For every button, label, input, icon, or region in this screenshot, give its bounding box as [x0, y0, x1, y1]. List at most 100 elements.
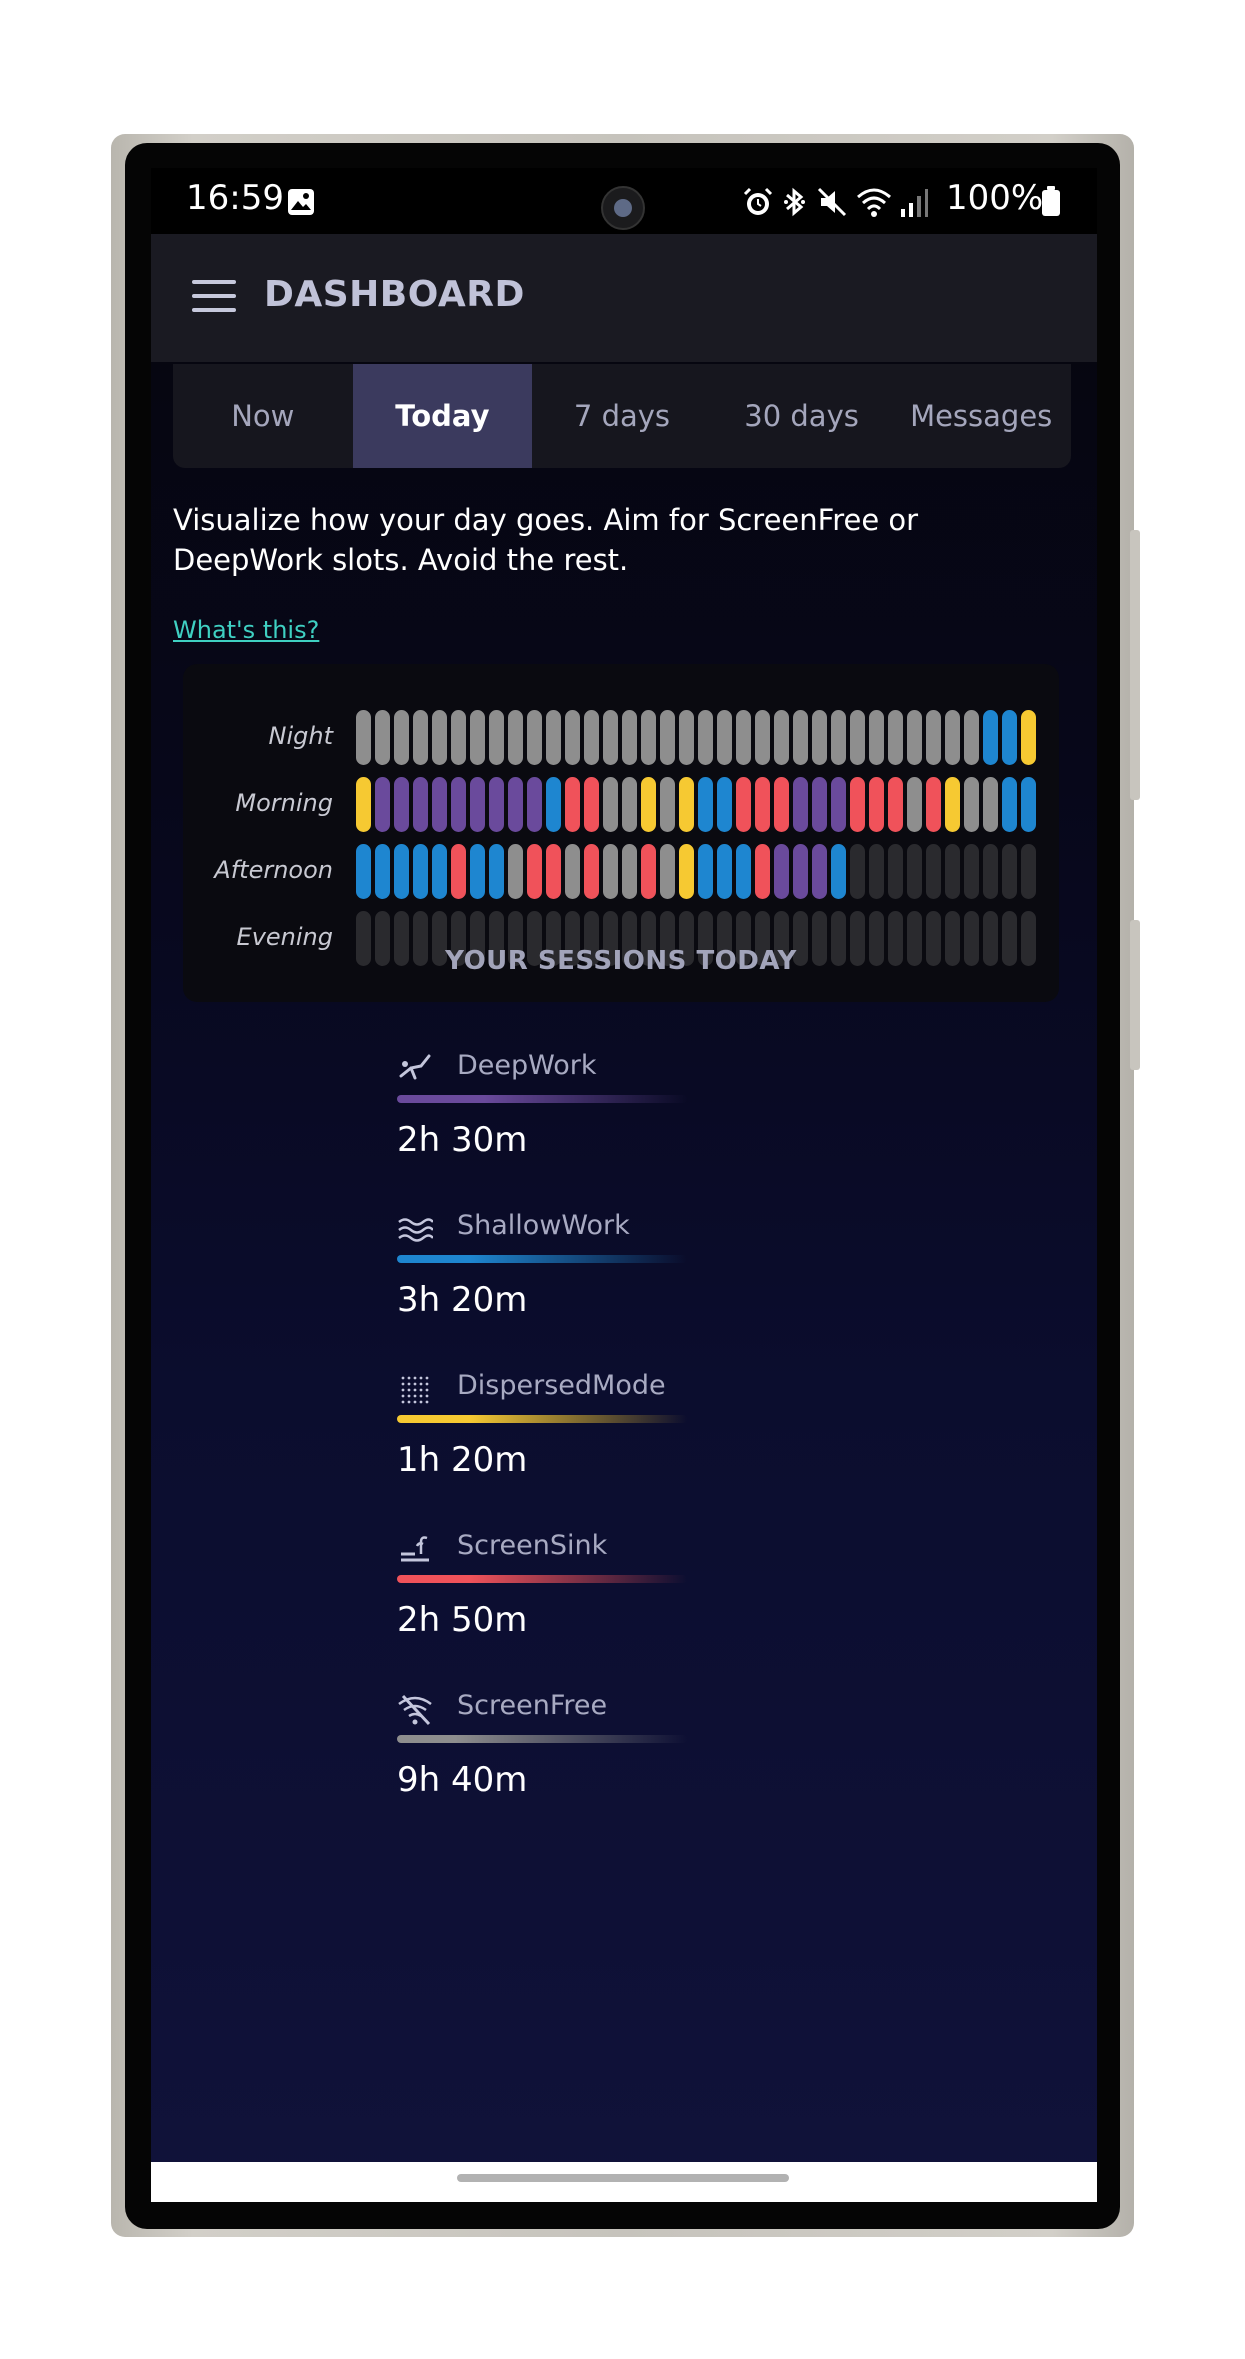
session-slot: [565, 844, 580, 899]
session-slot: [945, 777, 960, 832]
wifi-off-icon: [398, 1694, 432, 1726]
session-slot: [660, 777, 675, 832]
tab-today[interactable]: Today: [352, 364, 533, 468]
session-slot: [774, 710, 789, 765]
tab-30-days[interactable]: 30 days: [712, 364, 892, 468]
session-slot: [774, 844, 789, 899]
session-slot: [831, 777, 846, 832]
session-slot: [983, 777, 998, 832]
legend-name: ShallowWork: [457, 1210, 630, 1241]
session-slot: [736, 710, 751, 765]
whats-this-link[interactable]: What's this?: [173, 616, 319, 644]
intro-text: Visualize how your day goes. Aim for Scr…: [173, 503, 919, 577]
session-slot: [774, 777, 789, 832]
session-slot: [1002, 710, 1017, 765]
session-slot: [584, 844, 599, 899]
session-slot: [641, 777, 656, 832]
session-slot: [831, 844, 846, 899]
session-slot: [660, 844, 675, 899]
session-slot: [888, 777, 903, 832]
tab-now[interactable]: Now: [173, 364, 353, 468]
session-slot: [869, 844, 884, 899]
slot-row-morning: [356, 777, 1046, 832]
session-slot: [717, 844, 732, 899]
session-slot: [850, 777, 865, 832]
session-slot: [907, 777, 922, 832]
session-slot-grid: [356, 710, 1046, 978]
sessions-card: Night Morning Afternoon Evening YOUR SES…: [183, 664, 1059, 1002]
alarm-icon: [743, 187, 773, 215]
session-slot: [869, 710, 884, 765]
session-slot: [1021, 710, 1036, 765]
session-slot: [793, 777, 808, 832]
side-button: [1130, 920, 1140, 1070]
session-slot: [622, 844, 637, 899]
session-slot: [698, 777, 713, 832]
session-slot: [907, 710, 922, 765]
home-indicator[interactable]: [457, 2174, 789, 2182]
status-time: 16:59: [186, 178, 284, 218]
session-slot: [603, 710, 618, 765]
session-slot: [926, 844, 941, 899]
session-slot: [679, 710, 694, 765]
session-slot: [793, 844, 808, 899]
session-slot: [413, 710, 428, 765]
session-slot: [413, 844, 428, 899]
screen: 16:59 100% DASHBOARD Now Today 7 days 30…: [151, 168, 1097, 2202]
dots-grid-icon: [401, 1376, 429, 1404]
session-slot: [926, 777, 941, 832]
session-slot: [508, 844, 523, 899]
session-slot: [717, 777, 732, 832]
session-slot: [888, 844, 903, 899]
tab-7-days[interactable]: 7 days: [532, 364, 712, 468]
hamburger-menu-icon[interactable]: [192, 280, 236, 312]
session-slot: [869, 777, 884, 832]
session-slot: [603, 844, 618, 899]
session-slot: [698, 710, 713, 765]
legend-value: 2h 30m: [397, 1120, 528, 1160]
slot-row-afternoon: [356, 844, 1046, 899]
session-slot: [964, 710, 979, 765]
session-slot: [356, 844, 371, 899]
tab-messages[interactable]: Messages: [891, 364, 1071, 468]
waves-icon: [398, 1218, 433, 1242]
session-slot: [945, 844, 960, 899]
slot-row-night: [356, 710, 1046, 765]
session-slot: [641, 710, 656, 765]
row-label-afternoon: Afternoon: [214, 856, 333, 884]
battery-percentage: 100%: [946, 178, 1044, 218]
session-slot: [1002, 844, 1017, 899]
session-slot: [755, 844, 770, 899]
session-slot: [850, 710, 865, 765]
legend-item-deepwork: DeepWork 2h 30m: [397, 1048, 897, 1208]
session-slot: [755, 710, 770, 765]
session-slot: [489, 777, 504, 832]
row-label-morning: Morning: [235, 789, 333, 817]
session-slot: [375, 844, 390, 899]
session-slot: [679, 777, 694, 832]
session-slot: [394, 777, 409, 832]
session-slot: [755, 777, 770, 832]
session-slot: [546, 844, 561, 899]
session-slot: [356, 777, 371, 832]
session-slot: [622, 777, 637, 832]
session-slot: [850, 844, 865, 899]
session-slot: [356, 710, 371, 765]
row-label-night: Night: [268, 722, 333, 750]
session-slot: [546, 710, 561, 765]
legend-color-bar: [397, 1415, 687, 1423]
session-slot: [964, 777, 979, 832]
legend-name: ScreenSink: [457, 1530, 608, 1561]
session-slot: [489, 844, 504, 899]
battery-icon: [1042, 186, 1060, 216]
session-slot: [793, 710, 808, 765]
bluetooth-icon: [784, 187, 805, 217]
session-slot: [451, 710, 466, 765]
session-slot: [964, 844, 979, 899]
session-slot: [717, 710, 732, 765]
legend-color-bar: [397, 1255, 687, 1263]
legend-item-dispersedmode: DispersedMode 1h 20m: [397, 1368, 897, 1528]
session-slot: [565, 777, 580, 832]
session-slot: [470, 844, 485, 899]
session-slot: [527, 844, 542, 899]
